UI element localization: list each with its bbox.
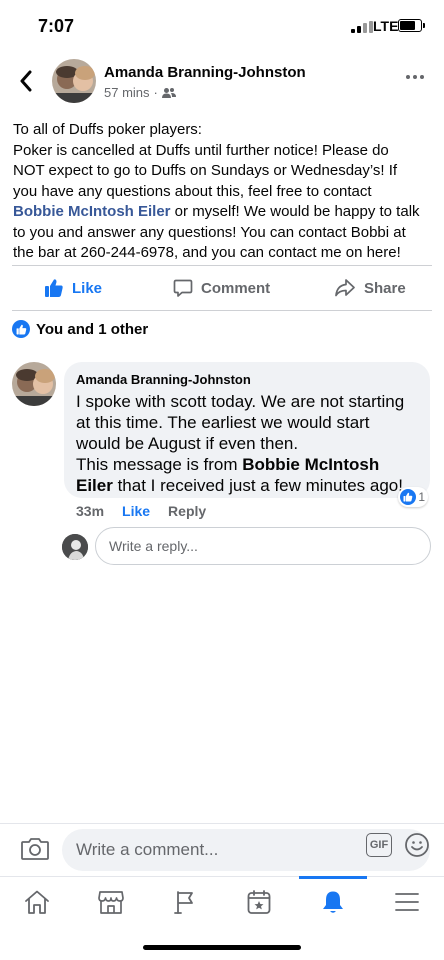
comment-placeholder: Write a comment...	[76, 840, 219, 859]
comment-reply-link[interactable]: Reply	[168, 503, 206, 519]
comment-label: Comment	[201, 279, 271, 297]
comment-button[interactable]: Comment	[173, 268, 270, 308]
reactions-summary[interactable]: You and 1 other	[12, 320, 148, 338]
comment-line: I spoke with scott today. We are not sta…	[76, 392, 405, 411]
comment-mention: Bobbie McIntosh	[242, 455, 380, 474]
like-reaction-icon	[12, 320, 30, 338]
thumbs-up-icon	[45, 279, 63, 297]
like-reaction-icon	[400, 489, 417, 505]
share-arrow-icon	[335, 279, 355, 297]
post-line: the bar at 260-244-6978, and you can con…	[13, 244, 401, 261]
like-label: Like	[72, 279, 103, 297]
share-button[interactable]: Share	[334, 268, 406, 308]
tab-events[interactable]	[222, 877, 296, 927]
comment-composer: Write a comment... GIF	[0, 823, 444, 875]
tab-menu[interactable]	[370, 877, 444, 927]
like-button[interactable]: Like	[44, 268, 102, 308]
status-bar: 7:07 LTE	[0, 0, 444, 50]
post-line-text: or myself! We would be happy to talk	[170, 203, 420, 220]
menu-icon	[395, 893, 419, 911]
post-line: To all of Duffs poker players:	[13, 121, 202, 138]
bottom-tab-bar	[0, 876, 444, 926]
comment-line: would be August if even then.	[76, 434, 299, 453]
meta-separator: ·	[153, 85, 158, 100]
reply-input[interactable]: Write a reply...	[95, 527, 431, 565]
comment-line: Eiler that I received just a few minutes…	[76, 475, 418, 496]
events-calendar-icon	[247, 890, 271, 914]
gif-button[interactable]: GIF	[366, 833, 392, 857]
friends-audience-icon	[161, 87, 176, 98]
comment-line: This message is from Bobbie McIntosh	[76, 454, 418, 475]
notifications-bell-icon	[323, 891, 343, 913]
comment-line: at this time. The earliest we would star…	[76, 413, 370, 432]
tab-notifications[interactable]	[296, 876, 370, 927]
pages-flag-icon	[174, 891, 193, 914]
post-text: To all of Duffs poker players: Poker is …	[13, 120, 433, 264]
post-time[interactable]: 57 mins	[104, 85, 150, 100]
signal-strength-icon	[351, 21, 373, 33]
post-header: Amanda Branning-Johnston 57 mins ·	[0, 56, 444, 112]
author-avatar[interactable]	[52, 59, 96, 103]
marketplace-icon	[98, 891, 124, 914]
home-icon	[25, 890, 49, 914]
tab-home[interactable]	[0, 877, 74, 927]
network-label: LTE	[373, 18, 399, 34]
camera-button[interactable]	[20, 836, 50, 862]
chevron-left-icon	[20, 70, 32, 92]
comment-reaction-count[interactable]: 1	[398, 487, 428, 507]
back-button[interactable]	[14, 68, 38, 94]
home-indicator[interactable]	[143, 945, 301, 950]
post-line: Poker is cancelled at Duffs until furthe…	[13, 141, 389, 159]
battery-icon	[398, 19, 425, 32]
mention-link[interactable]: Bobbie McIntosh Eiler	[13, 203, 171, 220]
camera-icon	[21, 838, 49, 860]
comment-text-part: that I received just a few minutes ago!	[112, 476, 403, 495]
comment-meta: 33m Like Reply	[76, 503, 206, 519]
smiley-icon	[405, 833, 429, 857]
post-options-button[interactable]	[406, 72, 428, 82]
reactions-text: You and 1 other	[36, 320, 149, 338]
more-dots-icon	[406, 75, 410, 79]
post-line: you have any questions about this, feel …	[13, 182, 372, 200]
comment-bubble-icon	[173, 279, 193, 297]
post-actions: Like Comment Share	[0, 268, 444, 308]
tab-pages[interactable]	[148, 877, 222, 927]
emoji-button[interactable]	[404, 832, 430, 858]
status-time: 7:07	[38, 16, 75, 36]
post-line: NOT expect to go to Duffs on Sundays or …	[13, 162, 398, 179]
comment-text-part: This message is from	[76, 455, 243, 474]
divider	[12, 310, 432, 311]
post-meta: 57 mins ·	[104, 85, 176, 100]
commenter-avatar[interactable]	[12, 362, 56, 406]
comment-like-link[interactable]: Like	[122, 503, 150, 519]
comment-mention: Eiler	[76, 476, 113, 495]
comment-text: I spoke with scott today. We are not sta…	[76, 391, 418, 496]
reaction-count: 1	[418, 490, 425, 504]
commenter-name[interactable]: Amanda Branning-Johnston	[76, 372, 418, 387]
post-author-name[interactable]: Amanda Branning-Johnston	[104, 64, 306, 81]
comment-time[interactable]: 33m	[76, 503, 104, 519]
reply-placeholder: Write a reply...	[109, 538, 198, 554]
post-line: Bobbie McIntosh Eiler or myself! We woul…	[13, 202, 433, 223]
comment-bubble[interactable]: Amanda Branning-Johnston I spoke with sc…	[64, 362, 430, 507]
reply-row: Write a reply...	[62, 527, 432, 567]
share-label: Share	[364, 279, 406, 297]
tab-marketplace[interactable]	[74, 877, 148, 927]
post-line: to you and answer any questions! You can…	[13, 223, 406, 241]
divider	[12, 265, 432, 266]
current-user-avatar	[62, 534, 88, 560]
